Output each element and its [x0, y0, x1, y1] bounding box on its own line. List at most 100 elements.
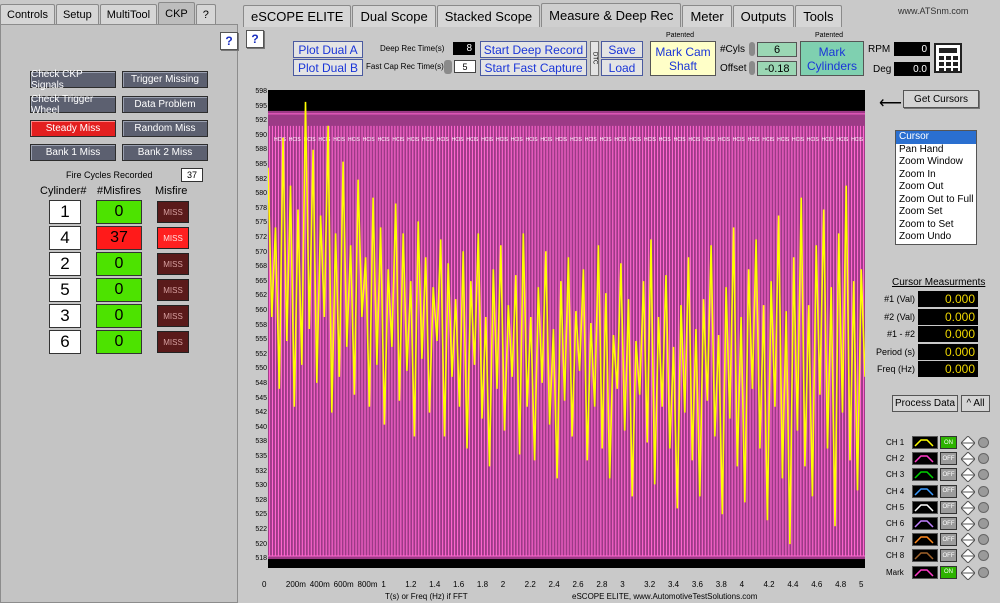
help-button-main[interactable]: ?	[246, 30, 264, 48]
bank-2-miss-button[interactable]: Bank 2 Miss	[122, 144, 208, 161]
mark-top-label: HCIS	[289, 137, 302, 143]
channel-label: CH 6	[886, 519, 905, 528]
channel-scale-icon[interactable]	[960, 451, 976, 467]
channel-scale-icon[interactable]	[960, 500, 976, 516]
fast-cap-value[interactable]: 5	[454, 60, 476, 73]
dtc-button[interactable]: DTC	[590, 41, 599, 76]
x-tick-label: 1.4	[429, 580, 441, 589]
misfires-header: #Misfires	[97, 185, 142, 197]
y-tick-label: 575	[255, 219, 267, 227]
start-fast-capture-button[interactable]: Start Fast Capture	[480, 59, 587, 76]
cursor-menu-item[interactable]: Cursor	[896, 131, 976, 144]
plot-dual-b-button[interactable]: Plot Dual B	[293, 59, 363, 76]
process-data-button[interactable]: Process Data	[892, 395, 958, 412]
tab-meter[interactable]: Meter	[682, 5, 732, 27]
x-tick-label: 3	[620, 580, 625, 589]
channel-scale-icon[interactable]	[960, 467, 976, 484]
cylinder-number: 4	[49, 226, 81, 250]
channel-toggle[interactable]: OFF	[940, 452, 957, 466]
channel-scale-icon[interactable]	[960, 516, 976, 532]
all-button[interactable]: ^ All	[961, 395, 990, 412]
tab-help[interactable]: ?	[195, 4, 216, 24]
mark-top-label: HCIS	[674, 137, 687, 143]
y-tick-label: 560	[255, 307, 267, 314]
plot-dual-a-button[interactable]: Plot Dual A	[293, 41, 363, 58]
channel-label: CH 1	[886, 438, 905, 447]
channel-scale-icon[interactable]	[960, 564, 976, 581]
channel-scale-icon[interactable]	[960, 435, 976, 451]
x-tick-label: 2.2	[524, 580, 536, 589]
channel-wave-icon	[912, 452, 938, 466]
tab-escope-elite[interactable]: eSCOPE ELITE	[243, 5, 352, 27]
x-tick-label: 0	[262, 580, 267, 589]
cursor-menu-item[interactable]: Zoom Out	[896, 181, 976, 194]
channel-label: CH 4	[886, 486, 905, 496]
cursor-menu-item[interactable]: Pan Hand	[896, 144, 976, 157]
tab-multitool[interactable]: MultiTool	[99, 4, 158, 24]
channel-led-icon	[978, 469, 989, 481]
offset-value[interactable]: -0.18	[757, 61, 797, 76]
channel-label: Mark	[886, 567, 904, 577]
check-ckp-signals-button[interactable]: Check CKP Signals	[30, 69, 116, 91]
cyls-value[interactable]: 6	[757, 42, 797, 57]
y-tick-label: 532	[255, 467, 267, 475]
fast-cap-spinner-icon[interactable]	[444, 60, 452, 74]
help-button[interactable]: ?	[220, 32, 238, 50]
cursor-menu-item[interactable]: Zoom Out to Full	[896, 194, 976, 207]
channel-toggle[interactable]: OFF	[940, 484, 957, 498]
channel-toggle[interactable]: OFF	[940, 517, 957, 530]
channel-toggle[interactable]: OFF	[940, 500, 957, 514]
deep-rec-value[interactable]: 8	[453, 42, 475, 55]
waveform-svg: HCIS HCIS HCIS HCIS HCIS HCIS HCIS HCIS HCIS HCIS…	[267, 101, 866, 560]
bank-1-miss-button[interactable]: Bank 1 Miss	[30, 144, 116, 161]
cyls-spinner-icon[interactable]	[749, 42, 755, 56]
steady-miss-button[interactable]: Steady Miss	[30, 120, 116, 137]
cursor-menu-item[interactable]: Zoom In	[896, 169, 976, 182]
patented-label-2: Patented	[815, 32, 844, 39]
mark-top-label: HCIS	[511, 137, 524, 143]
tab-outputs[interactable]: Outputs	[732, 5, 795, 27]
tab-measure-deep-rec[interactable]: Measure & Deep Rec	[541, 3, 682, 27]
cursor-menu-item[interactable]: Zoom Window	[896, 156, 976, 169]
tab-ckp[interactable]: CKP	[158, 2, 195, 24]
offset-spinner-icon[interactable]	[749, 61, 755, 75]
tab-tools[interactable]: Tools	[795, 5, 842, 27]
get-cursors-button[interactable]: Get Cursors	[903, 90, 979, 108]
load-button[interactable]: Load	[601, 59, 643, 76]
channel-scale-icon[interactable]	[960, 483, 976, 500]
channel-toggle[interactable]: OFF	[940, 533, 957, 547]
save-button[interactable]: Save	[601, 41, 643, 58]
scope-plot[interactable]: HCIS HCIS HCIS HCIS HCIS HCIS HCIS HCIS HCIS HCIS…	[267, 90, 866, 568]
mark-top-label: HCIS	[851, 137, 864, 143]
channel-scale-icon[interactable]	[960, 532, 976, 548]
cursor-menu-item[interactable]: Zoom to Set	[896, 219, 976, 232]
channel-toggle[interactable]: OFF	[940, 549, 957, 563]
channel-toggle[interactable]: OFF	[940, 468, 957, 482]
cylinder-number: 3	[49, 304, 81, 328]
channel-scale-icon[interactable]	[960, 548, 976, 565]
start-deep-record-button[interactable]: Start Deep Record	[480, 41, 587, 58]
check-trigger-wheel-button[interactable]: Check Trigger Wheel	[30, 94, 116, 116]
x-tick-label: 600m	[333, 580, 354, 589]
random-miss-button[interactable]: Random Miss	[122, 120, 208, 137]
tab-setup[interactable]: Setup	[55, 4, 99, 24]
tab-stacked-scope[interactable]: Stacked Scope	[436, 5, 541, 27]
tab-controls[interactable]: Controls	[0, 4, 55, 24]
rpm-label: RPM	[868, 44, 891, 55]
data-problem-button[interactable]: Data Problem	[122, 96, 208, 113]
mark-top-label: HCIS	[644, 137, 657, 143]
calculator-icon[interactable]	[934, 43, 962, 73]
cursor-mode-list[interactable]: Cursor Pan Hand Zoom Window Zoom In Zoom Out…	[895, 130, 977, 245]
y-tick-label: 535	[255, 453, 267, 460]
fast-cap-label: Fast Cap Rec Time(s)	[366, 62, 444, 71]
channel-toggle[interactable]: ON	[940, 436, 957, 449]
y-tick-label: 565	[255, 277, 267, 285]
mark-cylinders-button[interactable]: Mark Cylinders	[800, 41, 864, 76]
cursor-menu-item[interactable]: Zoom Undo	[896, 231, 976, 244]
cursor-menu-item[interactable]: Zoom Set	[896, 206, 976, 219]
trigger-missing-button[interactable]: Trigger Missing	[122, 71, 208, 88]
channel-toggle[interactable]: ON	[940, 565, 957, 579]
mark-cam-shaft-button[interactable]: Mark Cam Shaft	[650, 41, 716, 76]
tab-dual-scope[interactable]: Dual Scope	[352, 5, 436, 27]
x-tick-label: 1	[381, 580, 386, 589]
